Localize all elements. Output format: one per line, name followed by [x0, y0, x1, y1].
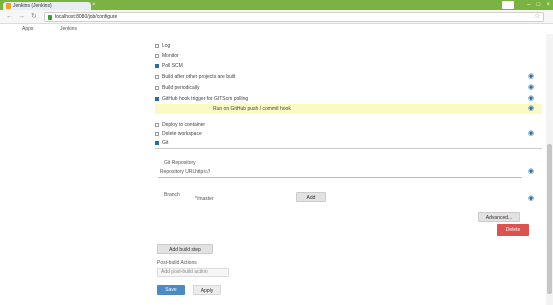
bookmark-jenkins[interactable]: Jenkins	[60, 26, 77, 33]
option-build-periodically[interactable]: Build periodically	[155, 85, 200, 91]
help-icon[interactable]: ◉	[527, 195, 535, 202]
repository-label: Repository URL	[160, 169, 196, 175]
option-label: Git	[162, 140, 169, 146]
option-git[interactable]: Git	[155, 140, 168, 146]
apply-button[interactable]: Apply	[193, 285, 221, 295]
jenkins-favicon-icon	[6, 3, 11, 9]
option-label: Poll SCM	[162, 63, 183, 69]
option-deploy[interactable]: Deploy to container	[155, 122, 205, 128]
repository-underline	[158, 177, 522, 178]
window-controls: – □ ×	[524, 0, 553, 10]
checkbox[interactable]	[155, 132, 159, 136]
option-poll-scm[interactable]: Poll SCM	[155, 63, 183, 69]
branch-label: Branch	[164, 192, 180, 198]
option-build-after[interactable]: Build after other projects are built	[155, 74, 235, 80]
delete-button[interactable]: Delete	[497, 224, 529, 236]
option-delete-workspace[interactable]: Delete workspace	[155, 131, 202, 137]
lock-icon	[48, 15, 52, 20]
close-tab-icon[interactable]: ×	[92, 2, 96, 8]
address-bar[interactable]: localhost:8080/job/configure ☆	[44, 12, 544, 22]
reload-icon[interactable]: ↻	[31, 12, 37, 22]
back-icon[interactable]: ←	[6, 12, 13, 22]
advanced-button[interactable]: Advanced...	[478, 212, 520, 222]
description-text: Run on GitHub push / commit hook	[213, 106, 291, 112]
option-label: Deploy to container	[162, 122, 206, 128]
forward-icon[interactable]: →	[18, 12, 25, 22]
option-monitor[interactable]: Monitor	[155, 53, 179, 59]
highlighted-description: Run on GitHub push / commit hook	[155, 104, 542, 114]
bookmarks-bar: Apps Jenkins	[0, 25, 553, 34]
maximize-icon[interactable]: □	[537, 0, 541, 10]
add-build-step-button[interactable]: Add build step	[157, 244, 213, 254]
url-text: localhost:8080/job/configure	[55, 14, 118, 20]
scrollbar-thumb[interactable]	[547, 144, 552, 294]
bookmark-star-icon[interactable]: ☆	[534, 13, 540, 21]
browser-tab[interactable]: Jenkins (Jenkins)	[3, 2, 91, 10]
checkbox[interactable]	[155, 54, 159, 58]
checkbox[interactable]	[155, 123, 159, 127]
add-button[interactable]: Add	[296, 192, 326, 202]
help-icon[interactable]: ◉	[527, 105, 535, 112]
help-icon[interactable]: ◉	[527, 73, 535, 80]
minimize-icon[interactable]: –	[527, 0, 530, 10]
help-icon[interactable]: ◉	[527, 168, 535, 175]
branch-value[interactable]: */master	[195, 196, 214, 202]
option-label: Delete workspace	[162, 131, 202, 137]
bookmark-apps[interactable]: Apps	[22, 26, 33, 33]
option-label: Log	[162, 43, 171, 49]
option-github-hook[interactable]: GitHub hook trigger for GITScm polling	[155, 96, 248, 102]
checkbox[interactable]	[155, 64, 159, 68]
section-label: Git Repository	[164, 160, 196, 166]
checkbox[interactable]	[155, 97, 159, 101]
browser-titlebar: Jenkins (Jenkins) × – □ ×	[0, 0, 553, 10]
checkbox[interactable]	[155, 75, 159, 79]
tab-title: Jenkins (Jenkins)	[13, 3, 52, 9]
option-label: Build periodically	[162, 85, 200, 91]
repository-input[interactable]: https://	[195, 169, 210, 175]
post-build-label: Post-build Actions	[157, 260, 197, 266]
page-content: Log Monitor Poll SCM Build after other p…	[0, 34, 553, 305]
help-icon[interactable]: ◉	[527, 84, 535, 91]
option-label: GitHub hook trigger for GITScm polling	[162, 96, 249, 102]
user-profile-icon[interactable]	[502, 1, 514, 9]
page-scrollbar[interactable]	[546, 34, 553, 305]
close-window-icon[interactable]: ×	[546, 0, 550, 10]
option-log[interactable]: Log	[155, 43, 170, 49]
browser-toolbar: ← → ↻ localhost:8080/job/configure ☆	[0, 10, 553, 24]
help-icon[interactable]: ◉	[527, 130, 535, 137]
checkbox[interactable]	[155, 86, 159, 90]
checkbox[interactable]	[155, 141, 159, 145]
save-button[interactable]: Save	[157, 285, 185, 295]
option-label: Monitor	[162, 53, 179, 59]
option-label: Build after other projects are built	[162, 74, 236, 80]
post-build-select[interactable]: Add post-build action	[157, 268, 229, 277]
checkbox[interactable]	[155, 44, 159, 48]
help-icon[interactable]: ◉	[527, 95, 535, 102]
section-divider	[155, 148, 542, 149]
